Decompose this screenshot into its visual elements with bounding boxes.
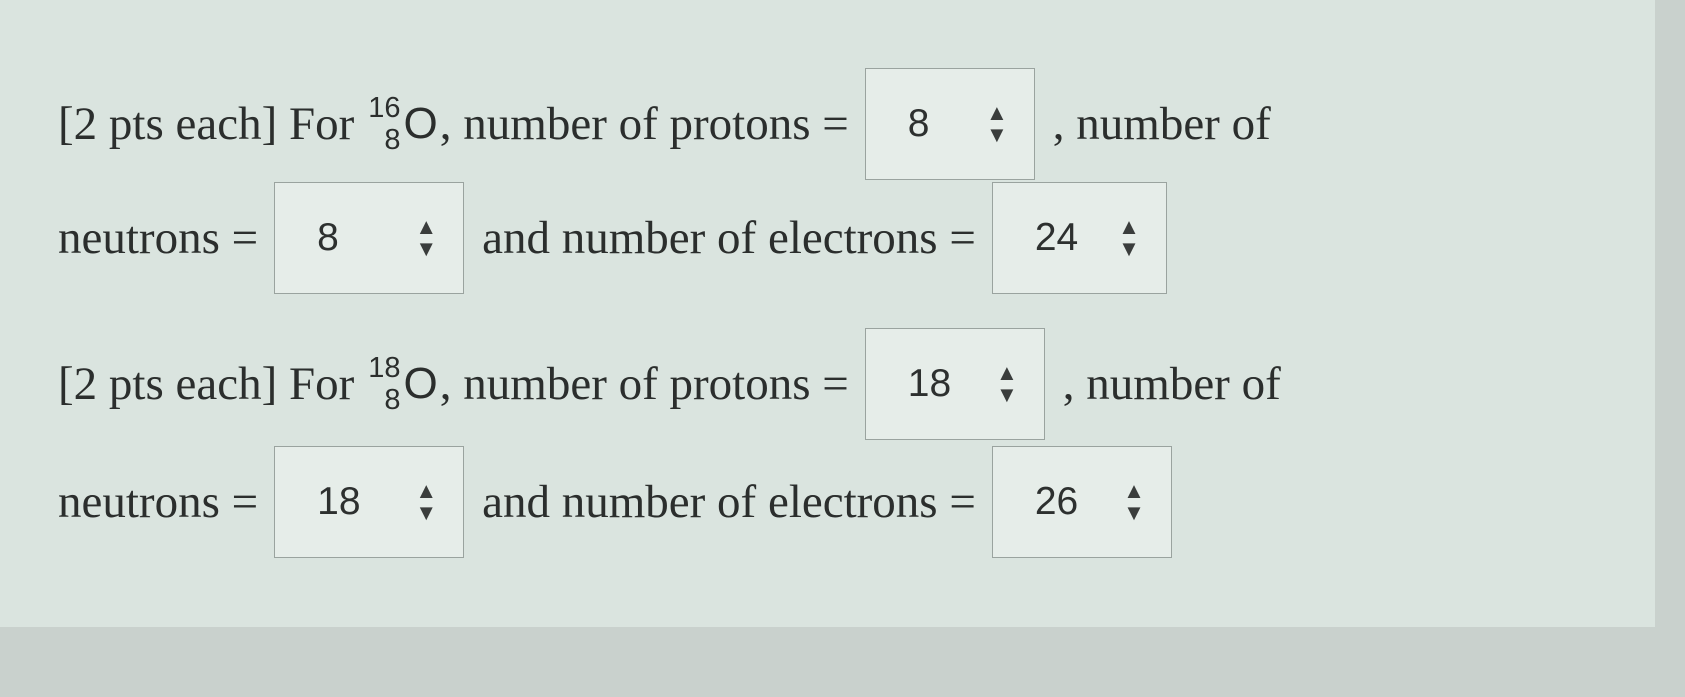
q1-element-symbol: O xyxy=(403,99,438,148)
q2-after-protons: , number of xyxy=(1062,358,1281,410)
q1-electrons-select[interactable]: 24 ▲ ▼ xyxy=(991,182,1167,294)
q2-electrons-label: and number of electrons = xyxy=(482,476,976,528)
up-down-arrows-icon: ▲ ▼ xyxy=(985,100,1008,147)
q1-atomic-number: 8 xyxy=(384,124,401,156)
q2-protons-value: 18 xyxy=(907,362,952,405)
q1-line2: neutrons = 8 ▲ ▼ and number of electrons … xyxy=(58,182,1185,294)
q1-protons-label: , number of protons = xyxy=(439,98,849,150)
q2-electrons-value: 26 xyxy=(1034,480,1079,523)
q1-neutrons-label: neutrons = xyxy=(58,212,259,264)
up-down-arrows-icon: ▲ ▼ xyxy=(995,360,1018,407)
up-down-arrows-icon: ▲ ▼ xyxy=(1118,214,1140,261)
q2-protons-label: , number of protons = xyxy=(439,358,849,410)
q1-after-protons: , number of xyxy=(1052,98,1271,150)
q1-isotope: 16 8 O xyxy=(368,92,438,156)
q1-prefix: [2 pts each] For xyxy=(58,98,355,150)
q2-neutrons-label: neutrons = xyxy=(58,476,259,528)
question-panel: [2 pts each] For 16 8 O , number of prot… xyxy=(0,0,1655,627)
q1-line1: [2 pts each] For 16 8 O , number of prot… xyxy=(58,68,1271,180)
up-down-arrows-icon: ▲ ▼ xyxy=(1123,478,1145,525)
q2-neutrons-value: 18 xyxy=(317,480,361,523)
q1-electrons-label: and number of electrons = xyxy=(482,212,976,264)
q2-isotope-numbers: 18 8 xyxy=(368,352,400,416)
q2-atomic-number: 8 xyxy=(384,384,401,416)
q1-neutrons-select[interactable]: 8 ▲ ▼ xyxy=(274,182,465,294)
up-down-arrows-icon: ▲ ▼ xyxy=(415,214,438,261)
q2-isotope: 18 8 O xyxy=(368,352,438,416)
q2-prefix: [2 pts each] For xyxy=(58,358,355,410)
q2-line2: neutrons = 18 ▲ ▼ and number of electrons… xyxy=(58,446,1190,558)
q1-neutrons-value: 8 xyxy=(317,216,339,259)
q2-neutrons-select[interactable]: 18 ▲ ▼ xyxy=(274,446,465,558)
up-down-arrows-icon: ▲ ▼ xyxy=(415,478,438,525)
q2-element-symbol: O xyxy=(403,359,438,408)
q1-mass-number: 16 xyxy=(368,92,401,124)
q2-mass-number: 18 xyxy=(368,352,401,384)
q1-electrons-value: 24 xyxy=(1034,216,1079,259)
q2-electrons-select[interactable]: 26 ▲ ▼ xyxy=(991,446,1172,558)
q1-protons-select[interactable]: 8 ▲ ▼ xyxy=(864,68,1035,180)
q1-protons-value: 8 xyxy=(907,102,930,145)
q2-protons-select[interactable]: 18 ▲ ▼ xyxy=(864,328,1045,440)
q2-line1: [2 pts each] For 18 8 O , number of prot… xyxy=(58,328,1281,440)
q1-isotope-numbers: 16 8 xyxy=(368,92,400,156)
